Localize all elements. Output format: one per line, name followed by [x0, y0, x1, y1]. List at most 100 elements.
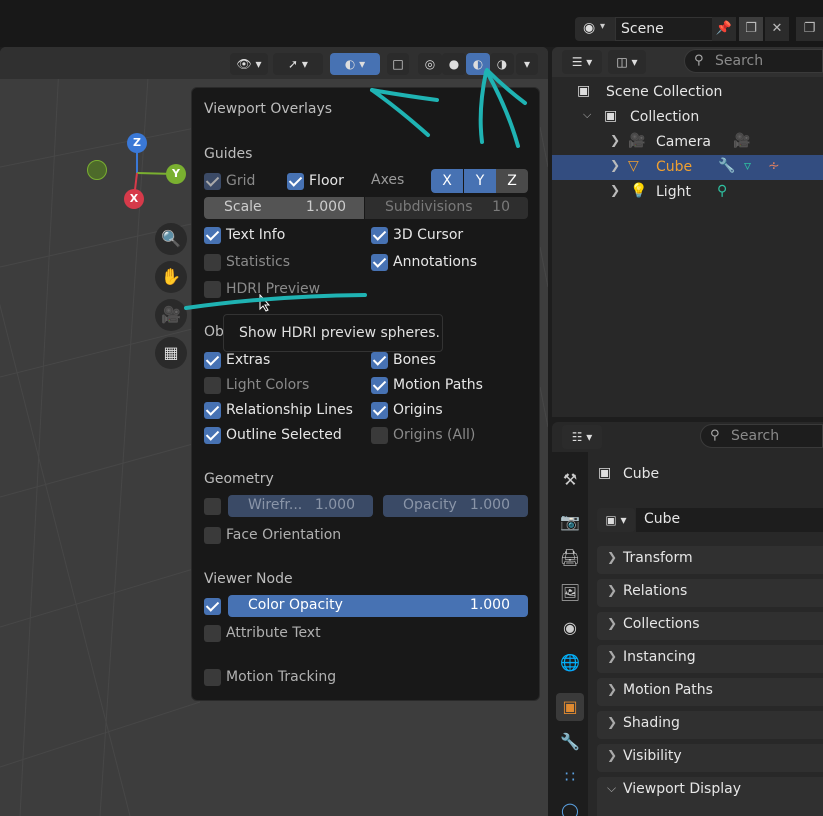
- floor-checkbox[interactable]: Floor: [287, 171, 344, 191]
- wireframe-checkbox[interactable]: [204, 496, 226, 516]
- render-tab[interactable]: 📷: [556, 508, 584, 536]
- wireframe-opacity-slider[interactable]: Opacity 1.000: [383, 495, 528, 517]
- extras-checkbox[interactable]: Extras: [204, 350, 270, 370]
- modifiers-tab[interactable]: 🔧: [556, 728, 584, 756]
- xray-toggle-button[interactable]: □: [387, 53, 409, 75]
- gizmo-y-axis[interactable]: Y: [166, 164, 186, 184]
- physics-tab[interactable]: ◯: [556, 797, 584, 816]
- overlays-toggle-button[interactable]: ◐ ▾: [330, 53, 380, 75]
- copy-icon[interactable]: ❐: [739, 17, 763, 41]
- scene-selector-button[interactable]: ◉ ▾: [575, 17, 615, 41]
- ortho-toggle-button[interactable]: ▦: [155, 337, 187, 369]
- chevron-down-icon: ⌵: [583, 108, 592, 121]
- output-tab[interactable]: 🖨: [556, 544, 584, 572]
- object-browse-button[interactable]: ▣ ▾: [597, 508, 635, 532]
- axis-z-toggle[interactable]: Z: [496, 169, 528, 193]
- outliner-item-light[interactable]: ❯ 💡 Light ⚲: [552, 180, 823, 205]
- motion-tracking-checkbox[interactable]: Motion Tracking: [204, 667, 336, 687]
- axis-y-toggle[interactable]: Y: [464, 169, 496, 193]
- view-object-icon: 👁 ▾: [236, 57, 262, 71]
- gizmo-z-axis[interactable]: Z: [127, 133, 147, 153]
- transform-panel[interactable]: ❯ Transform: [597, 546, 823, 574]
- filter-icon: ◫ ▾: [616, 55, 638, 69]
- shading-options-button[interactable]: ▾: [516, 53, 538, 75]
- checkbox-icon: [371, 401, 388, 419]
- particles-tab[interactable]: ∷: [556, 763, 584, 791]
- collections-panel[interactable]: ❯ Collections: [597, 612, 823, 640]
- gizmo-neg-y-axis[interactable]: [87, 160, 107, 180]
- origins-all-checkbox[interactable]: Origins (All): [371, 425, 475, 445]
- outliner-item-cube[interactable]: ❯ ▽ Cube 🔧 ▿ ∻: [552, 155, 823, 180]
- checkbox-icon: [204, 376, 221, 394]
- viewer-node-checkbox[interactable]: [204, 596, 226, 616]
- shading-panel[interactable]: ❯ Shading: [597, 711, 823, 739]
- chevron-right-icon: ❯: [607, 748, 618, 762]
- wireframe-shading-button[interactable]: ◎: [418, 53, 442, 75]
- relations-panel[interactable]: ❯ Relations: [597, 579, 823, 607]
- axis-x-toggle[interactable]: X: [431, 169, 463, 193]
- chevron-right-icon: ❯: [607, 616, 618, 630]
- color-opacity-slider[interactable]: Color Opacity 1.000: [228, 595, 528, 617]
- scene-icon: ◉: [563, 618, 577, 637]
- chevron-right-icon: ❯: [610, 158, 621, 172]
- light-colors-checkbox[interactable]: Light Colors: [204, 375, 309, 395]
- checkbox-icon: [371, 226, 388, 244]
- outliner-search-input[interactable]: ⚲ Search: [684, 49, 823, 73]
- origins-checkbox[interactable]: Origins: [371, 400, 443, 420]
- outliner-item-camera[interactable]: ❯ 🎥 Camera 🎥: [552, 130, 823, 155]
- scale-slider[interactable]: Scale 1.000: [204, 197, 364, 219]
- camera-view-button[interactable]: 🎥: [155, 299, 187, 331]
- display-mode-button[interactable]: ☰ ▾: [562, 50, 602, 74]
- object-icon: ▣ ▾: [605, 513, 627, 527]
- motion-paths-panel[interactable]: ❯ Motion Paths: [597, 678, 823, 706]
- outliner-collection[interactable]: ⌵ ▣ Collection: [552, 105, 823, 130]
- face-orientation-checkbox[interactable]: Face Orientation: [204, 525, 341, 545]
- annotations-checkbox[interactable]: Annotations: [371, 252, 477, 272]
- collection-box-icon: ▣: [577, 83, 591, 99]
- gizmo-toggle-button[interactable]: ➚ ▾: [273, 53, 323, 75]
- subdivisions-slider[interactable]: Subdivisions 10: [365, 197, 528, 219]
- camera-icon: 🎥: [161, 305, 181, 324]
- new-scene-icon[interactable]: ❐: [796, 17, 823, 41]
- rendered-shading-button[interactable]: ◑: [490, 53, 514, 75]
- chevron-right-icon: ❯: [607, 583, 618, 597]
- statistics-checkbox[interactable]: Statistics: [204, 252, 290, 272]
- viewport-display-panel[interactable]: ⌵ Viewport Display: [597, 777, 823, 816]
- object-icon: ▣: [598, 465, 612, 481]
- gizmo-x-axis[interactable]: X: [124, 189, 144, 209]
- pin-icon[interactable]: 📌: [712, 17, 736, 41]
- instancing-panel[interactable]: ❯ Instancing: [597, 645, 823, 673]
- zoom-tool-button[interactable]: 🔍: [155, 223, 187, 255]
- objects-section-header: Ob: [204, 324, 224, 340]
- particles-icon: ∷: [564, 767, 576, 786]
- solid-shading-button[interactable]: ●: [442, 53, 466, 75]
- view-layer-tab[interactable]: 🖼: [556, 579, 584, 607]
- material-shading-button[interactable]: ◐: [466, 53, 490, 75]
- grid-checkbox[interactable]: Grid: [204, 171, 255, 191]
- filter-button[interactable]: ◫ ▾: [608, 50, 646, 74]
- view-object-types-button[interactable]: 👁 ▾: [230, 53, 268, 75]
- editor-type-button[interactable]: ☷ ▾: [562, 425, 602, 449]
- motion-paths-checkbox[interactable]: Motion Paths: [371, 375, 483, 395]
- tool-tab[interactable]: ⚒: [556, 466, 584, 494]
- outliner-scene-collection[interactable]: ▣ Scene Collection: [552, 80, 823, 105]
- wireframe-slider[interactable]: Wirefr... 1.000: [228, 495, 373, 517]
- close-icon[interactable]: ✕: [765, 17, 789, 41]
- mouse-cursor-icon: [259, 294, 271, 312]
- collection-box-icon: ▣: [604, 108, 618, 124]
- outline-selected-checkbox[interactable]: Outline Selected: [204, 425, 342, 445]
- bones-checkbox[interactable]: Bones: [371, 350, 436, 370]
- 3d-cursor-checkbox[interactable]: 3D Cursor: [371, 225, 463, 245]
- text-info-checkbox[interactable]: Text Info: [204, 225, 285, 245]
- attribute-text-checkbox[interactable]: Attribute Text: [204, 623, 321, 643]
- checkbox-icon: [204, 401, 221, 419]
- scene-tab[interactable]: ◉: [556, 614, 584, 642]
- pan-tool-button[interactable]: ✋: [155, 261, 187, 293]
- zoom-icon: 🔍: [161, 229, 181, 248]
- properties-search-input[interactable]: ⚲ Search: [700, 424, 823, 448]
- object-name-field[interactable]: Cube: [636, 508, 823, 532]
- visibility-panel[interactable]: ❯ Visibility: [597, 744, 823, 772]
- world-tab[interactable]: 🌐: [556, 649, 584, 677]
- object-tab[interactable]: ▣: [556, 693, 584, 721]
- relationship-lines-checkbox[interactable]: Relationship Lines: [204, 400, 353, 420]
